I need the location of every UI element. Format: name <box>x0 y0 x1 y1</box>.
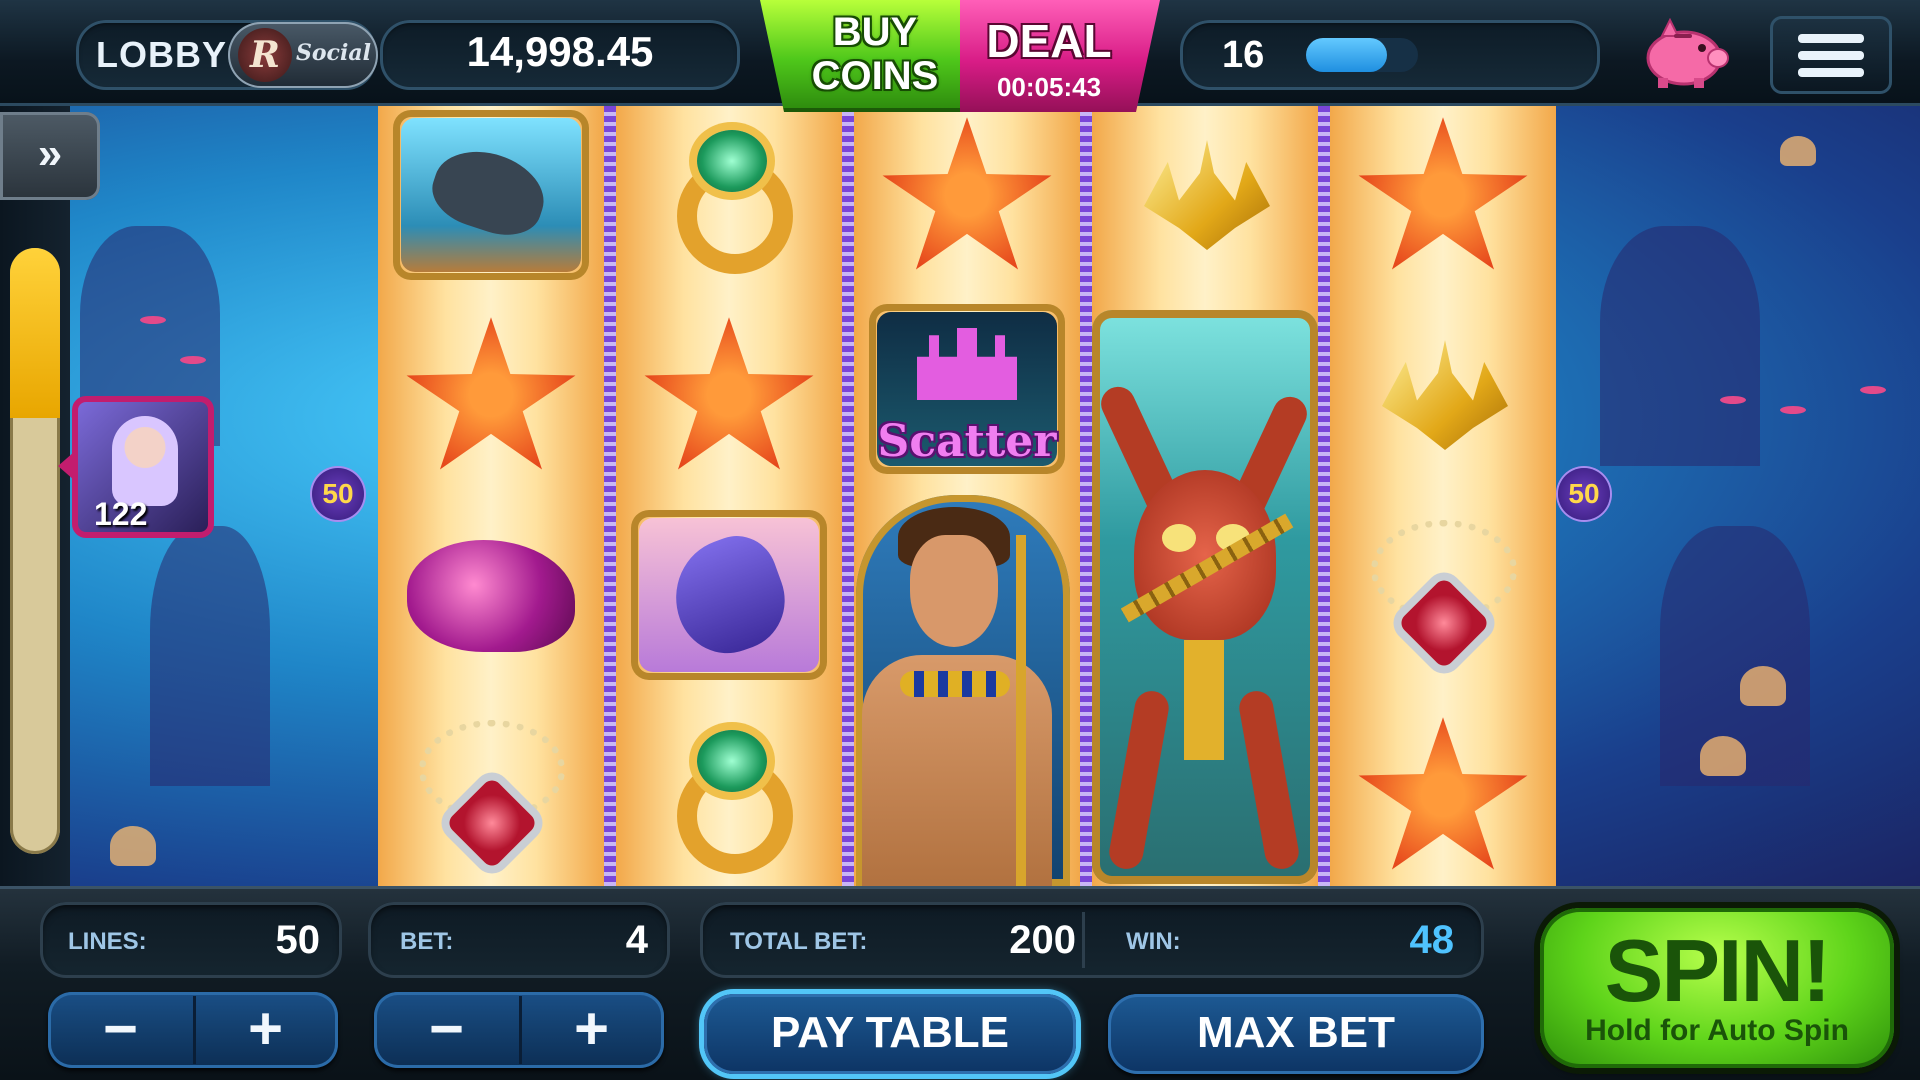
xp-progress-track <box>1306 38 1418 72</box>
octopus-tentacle <box>1236 688 1302 872</box>
fish-decoration <box>140 316 166 324</box>
total-bet-label: TOTAL BET: <box>730 928 868 955</box>
payline-badge-left: 50 <box>312 468 364 520</box>
emerald-ring-symbol <box>631 110 827 280</box>
bet-increase-button[interactable]: + <box>519 992 664 1068</box>
expand-panel-button[interactable]: » <box>0 112 100 200</box>
castle-icon <box>917 328 1017 400</box>
dolphin-symbol <box>631 510 827 680</box>
reel-divider <box>604 106 616 886</box>
jellyfish-decoration <box>1780 136 1816 166</box>
trident-symbol <box>1345 310 1541 480</box>
starfish-icon <box>1358 117 1528 270</box>
starfish-icon <box>1358 717 1528 870</box>
fish-decoration <box>1860 386 1886 394</box>
logo-r-icon: R <box>238 28 292 82</box>
necklace-symbol <box>393 710 589 880</box>
coin-balance: 14,998.45 <box>466 28 654 75</box>
conch-shell-symbol <box>393 510 589 680</box>
bet-label: BET: <box>400 928 454 955</box>
background-arch <box>1600 226 1760 466</box>
fish-decoration <box>1720 396 1746 404</box>
player-avatar-card[interactable]: 122 <box>58 396 214 538</box>
vertical-progress-track <box>10 248 60 854</box>
total-bet-value: 200 <box>1009 918 1076 962</box>
payline-badge-right: 50 <box>1558 468 1610 520</box>
jellyfish-decoration <box>110 826 156 866</box>
merman-icon <box>910 535 998 647</box>
stingray-symbol <box>393 110 589 280</box>
reel-divider <box>1318 106 1330 886</box>
trident-symbol <box>1107 110 1303 280</box>
starfish-icon <box>882 117 1052 270</box>
lines-label: LINES: <box>68 928 147 955</box>
background-arch <box>150 526 270 786</box>
win-value: 48 <box>1409 918 1455 962</box>
scatter-symbol: Scatter <box>869 304 1065 474</box>
starfish-symbol <box>393 310 589 480</box>
octopus-wild-symbol <box>1092 310 1318 884</box>
octopus-icon <box>1134 470 1276 640</box>
field-divider <box>1082 912 1085 968</box>
fish-decoration <box>180 356 206 364</box>
bet-field: BET: 4 <box>368 902 670 978</box>
r-social-logo: R Social <box>228 22 378 88</box>
slot-game-screen: » 122 50 50 Scatter LOBBY R Social 14,99… <box>0 0 1920 1080</box>
spin-label: SPIN! <box>1604 921 1832 1020</box>
lobby-label: LOBBY <box>96 34 227 75</box>
starfish-symbol <box>1345 110 1541 280</box>
total-bet-win-field: TOTAL BET: 200 WIN: 48 <box>700 902 1484 978</box>
trident-icon <box>1382 340 1508 450</box>
emerald-gem-icon <box>697 730 767 792</box>
jellyfish-decoration <box>1740 666 1786 706</box>
menu-icon <box>1798 34 1864 43</box>
bet-value: 4 <box>625 918 648 962</box>
starfish-icon <box>644 317 814 470</box>
jellyfish-decoration <box>1700 736 1746 776</box>
starfish-icon <box>406 317 576 470</box>
player-level-number: 16 <box>1222 34 1265 76</box>
reel-divider <box>1080 106 1092 886</box>
pay-table-button[interactable]: PAY TABLE <box>704 994 1076 1074</box>
starfish-symbol <box>869 110 1065 280</box>
octopus-tentacle <box>1106 688 1172 872</box>
fish-decoration <box>1780 406 1806 414</box>
lines-stepper: − + <box>48 992 338 1068</box>
buy-coins-label: BUY COINS <box>811 10 939 98</box>
lines-field: LINES: 50 <box>40 902 342 978</box>
scatter-label: Scatter <box>877 416 1057 467</box>
xp-progress-fill <box>1306 38 1387 72</box>
avatar <box>112 416 178 506</box>
reel-divider <box>842 106 854 886</box>
trident-staff-icon <box>1016 535 1026 886</box>
merman-collar <box>900 671 1010 697</box>
emerald-gem-icon <box>697 130 767 192</box>
bet-stepper: − + <box>374 992 664 1068</box>
necklace-symbol <box>1345 510 1541 680</box>
lines-decrease-button[interactable]: − <box>48 992 193 1068</box>
octopus-eye <box>1162 524 1196 552</box>
player-level: 122 <box>94 496 148 532</box>
emerald-ring-symbol <box>631 710 827 880</box>
deal-label: DEAL <box>986 15 1112 67</box>
anchor-icon <box>1184 640 1224 760</box>
vertical-progress-fill <box>10 248 60 418</box>
bet-decrease-button[interactable]: − <box>374 992 519 1068</box>
hamburger-menu-button[interactable] <box>1770 16 1892 94</box>
starfish-symbol <box>1345 710 1541 880</box>
starfish-symbol <box>631 310 827 480</box>
lines-increase-button[interactable]: + <box>193 992 338 1068</box>
deal-countdown-timer: 00:05:43 <box>996 72 1102 102</box>
menu-icon <box>1798 51 1864 60</box>
trident-icon <box>1144 140 1270 250</box>
piggy-bank-icon[interactable] <box>1636 18 1732 90</box>
max-bet-button[interactable]: MAX BET <box>1108 994 1484 1074</box>
logo-text: Social <box>296 40 371 66</box>
merman-wild-symbol <box>856 495 1070 886</box>
conch-shell-icon <box>407 540 575 652</box>
lines-value: 50 <box>275 918 321 962</box>
auto-spin-hint: Hold for Auto Spin <box>1585 1014 1849 1047</box>
win-label: WIN: <box>1126 928 1181 955</box>
menu-icon <box>1798 68 1864 77</box>
